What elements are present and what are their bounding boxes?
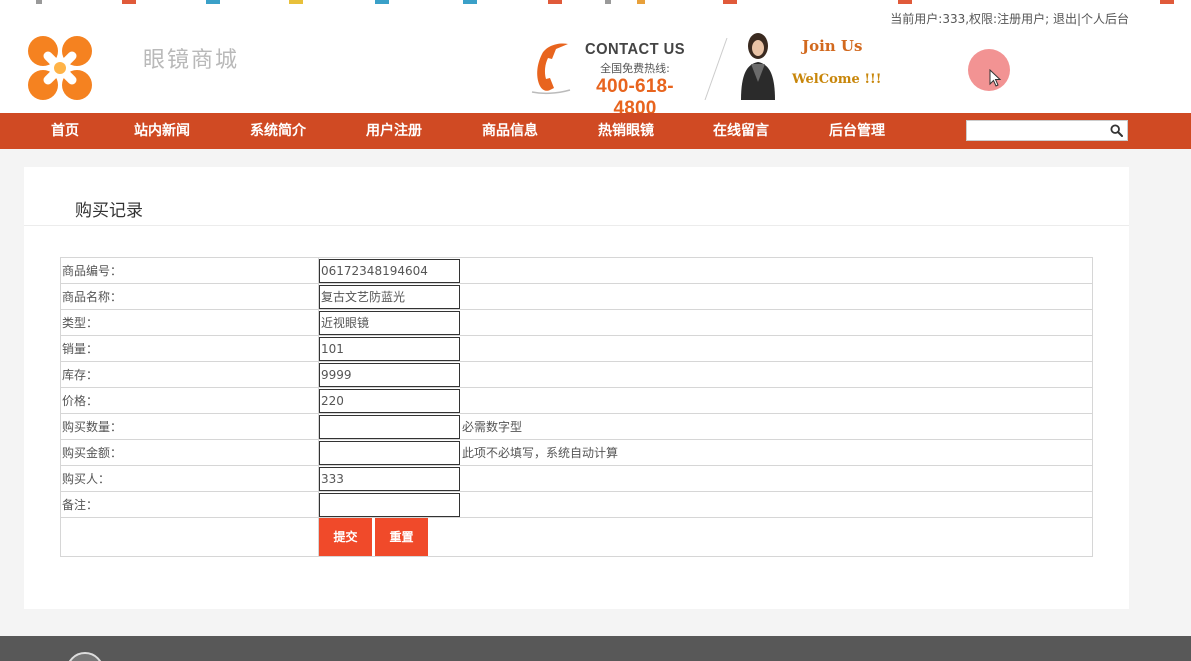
table-row: 类型： 近视眼镜: [60, 309, 1093, 336]
table-row: 购买人： 333: [60, 465, 1093, 492]
field-label-remark: 备注：: [60, 491, 319, 518]
field-label-price: 价格：: [60, 387, 319, 414]
field-label-quantity: 购买数量：: [60, 413, 319, 440]
current-user-info[interactable]: 当前用户:333,权限:注册用户; 退出|个人后台: [890, 10, 1129, 27]
nav-item-register[interactable]: 用户注册: [366, 113, 422, 149]
footer: [0, 636, 1191, 661]
nav-item-home[interactable]: 首页: [51, 113, 79, 149]
welcome-person-image: [741, 33, 775, 100]
field-label-stock: 库存：: [60, 361, 319, 388]
table-row: 销量： 101: [60, 335, 1093, 362]
field-label-buyer: 购买人：: [60, 465, 319, 492]
nav-item-products[interactable]: 商品信息: [482, 113, 538, 149]
table-row: 价格： 220: [60, 387, 1093, 414]
nav-item-news[interactable]: 站内新闻: [134, 113, 190, 149]
contact-subtitle: 全国免费热线:: [600, 62, 670, 75]
table-row: 商品编号： 06172348194604: [60, 257, 1093, 284]
welcome-text: WelCome !!!: [792, 72, 882, 87]
quantity-hint: 必需数字型: [462, 420, 523, 434]
amount-hint: 此项不必填写，系统自动计算: [462, 446, 619, 460]
nav-item-admin[interactable]: 后台管理: [829, 113, 885, 149]
table-row: 库存： 9999: [60, 361, 1093, 388]
page-title: 购买记录: [75, 201, 143, 221]
join-us-title[interactable]: Join Us: [802, 37, 862, 55]
search-icon[interactable]: [1110, 124, 1123, 137]
table-row: 购买金额： 此项不必填写，系统自动计算: [60, 439, 1093, 466]
search-box: [966, 120, 1128, 142]
nav-item-messages[interactable]: 在线留言: [713, 113, 769, 149]
top-color-strip: [0, 0, 1191, 6]
nav-item-hot-glasses[interactable]: 热销眼镜: [598, 113, 654, 149]
remark-input[interactable]: [319, 492, 460, 517]
buyer-input[interactable]: 333: [319, 466, 460, 491]
field-label-type: 类型：: [60, 309, 319, 336]
quantity-input[interactable]: [319, 414, 460, 439]
type-input[interactable]: 近视眼镜: [319, 310, 460, 335]
contact-title: CONTACT US: [584, 41, 685, 58]
stock-input[interactable]: 9999: [319, 362, 460, 387]
field-label-product-name: 商品名称：: [60, 283, 319, 310]
contact-block: CONTACT US 全国免费热线: 400-618-4800: [580, 41, 690, 120]
field-label-sales: 销量：: [60, 335, 319, 362]
amount-input[interactable]: [319, 440, 460, 465]
price-input[interactable]: 220: [319, 388, 460, 413]
nav-item-about[interactable]: 系统简介: [250, 113, 306, 149]
product-id-input[interactable]: 06172348194604: [319, 258, 460, 283]
header-divider: [704, 38, 728, 100]
site-name: 眼镜商城: [143, 48, 240, 73]
sales-input[interactable]: 101: [319, 336, 460, 361]
mouse-cursor-icon: [989, 69, 1002, 87]
product-name-input[interactable]: 复古文艺防蓝光: [319, 284, 460, 309]
table-row: 商品名称： 复古文艺防蓝光: [60, 283, 1093, 310]
title-divider: [24, 225, 1129, 226]
reset-button[interactable]: 重置: [375, 518, 428, 556]
field-label-product-id: 商品编号：: [60, 257, 319, 284]
search-input[interactable]: [967, 122, 1105, 142]
button-row: 提交 重置: [60, 517, 1093, 557]
purchase-form-table: 商品编号： 06172348194604 商品名称： 复古文艺防蓝光 类型： 近…: [60, 257, 1093, 557]
submit-button[interactable]: 提交: [319, 518, 372, 556]
orange-x-logo-icon[interactable]: [26, 34, 94, 102]
phone-handset-icon: [531, 43, 571, 95]
field-label-amount: 购买金额：: [60, 439, 319, 466]
table-row: 购买数量： 必需数字型: [60, 413, 1093, 440]
table-row: 备注：: [60, 491, 1093, 518]
